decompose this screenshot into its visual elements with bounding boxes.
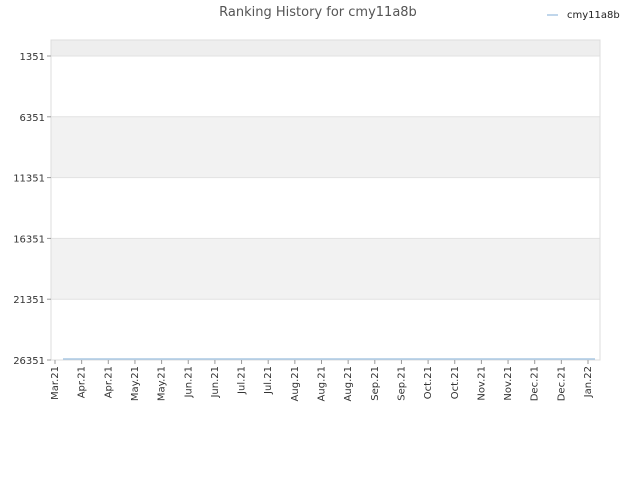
x-tick-label: Nov.21 <box>503 366 514 401</box>
y-tick-label: 16351 <box>13 234 45 245</box>
x-tick-label: Apr.21 <box>77 366 88 398</box>
x-tick-label: Jan.22 <box>583 366 594 398</box>
x-tick-label: Jul.21 <box>263 366 274 395</box>
x-tick-label: May.21 <box>130 366 141 401</box>
x-tick-label: Aug.21 <box>343 366 354 401</box>
x-tick-label: Apr.21 <box>103 366 114 398</box>
plot-band <box>51 177 600 239</box>
x-tick-label: Dec.21 <box>530 366 541 401</box>
x-tick-label: Jul.21 <box>237 366 248 395</box>
x-tick-label: Jun.21 <box>183 366 194 399</box>
x-tick-label: Sep.21 <box>396 366 407 401</box>
x-tick-label: Nov.21 <box>476 366 487 401</box>
legend: cmy11a8b <box>547 10 620 21</box>
plot-band <box>51 116 600 178</box>
x-tick-label: Aug.21 <box>317 366 328 401</box>
ranking-chart: Ranking History for cmy11a8b cmy11a8b 13… <box>13 5 620 401</box>
x-tick-label: Oct.21 <box>450 366 461 399</box>
legend-label: cmy11a8b <box>567 10 620 21</box>
y-tick-label: 11351 <box>13 174 45 185</box>
y-tick-label: 21351 <box>13 295 45 306</box>
y-tick-label: 1351 <box>20 52 45 63</box>
y-tick-label: 6351 <box>20 113 45 124</box>
x-tick-label: Aug.21 <box>290 366 301 401</box>
chart-title: Ranking History for cmy11a8b <box>219 5 417 20</box>
plot-band <box>51 238 600 300</box>
plot-band <box>51 299 600 360</box>
x-axis-ticks: Mar.21 Apr.21 Apr.21 May.21 May.21 Jun.21 Jun.… <box>50 360 594 401</box>
x-tick-label: Oct.21 <box>423 366 434 399</box>
y-tick-label: 26351 <box>13 356 45 367</box>
x-tick-label: Dec.21 <box>556 366 567 401</box>
plot-band <box>51 40 600 56</box>
x-tick-label: Mar.21 <box>50 366 61 400</box>
x-tick-label: Sep.21 <box>370 366 381 401</box>
plot-bands <box>51 40 600 360</box>
x-tick-label: May.21 <box>157 366 168 401</box>
y-axis-ticks: 1351 6351 11351 16351 21351 26351 <box>13 52 51 367</box>
plot-band <box>51 56 600 117</box>
x-tick-label: Jun.21 <box>210 366 221 399</box>
